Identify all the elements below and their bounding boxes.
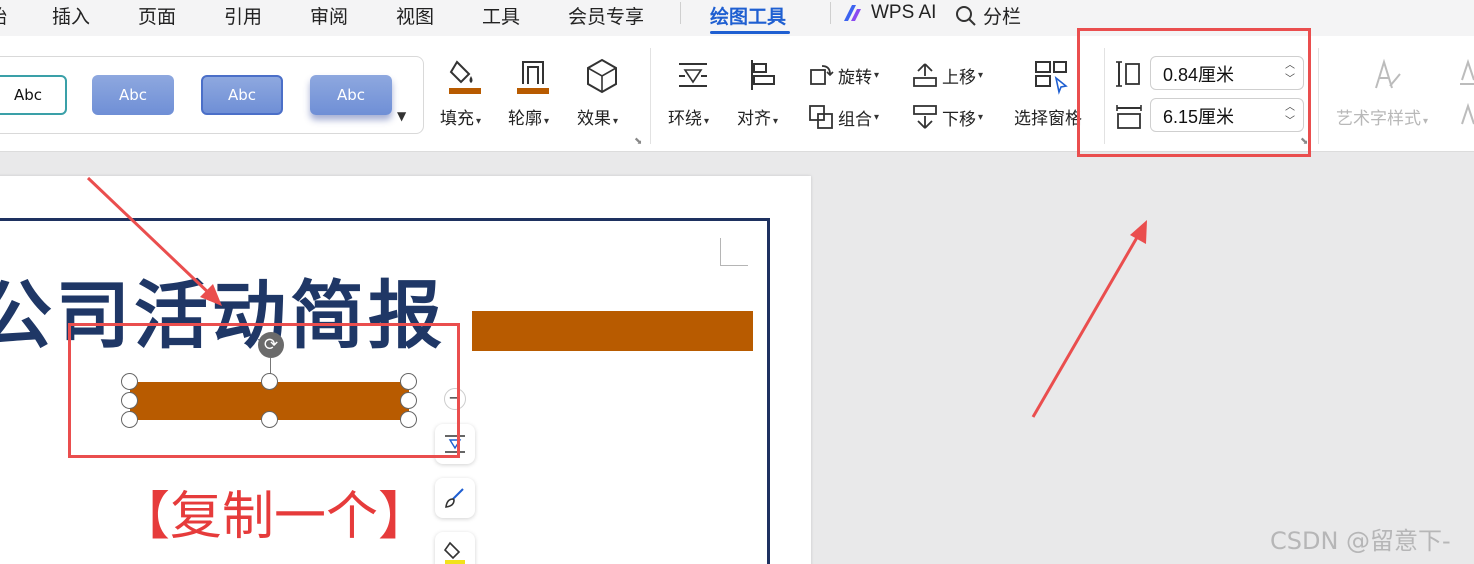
- annotation-arrow-to-shape: [86, 176, 222, 306]
- watermark: CSDN @留意下-: [1270, 527, 1451, 555]
- annotation-arrow-to-size-fields: [1031, 220, 1147, 418]
- annotation-arrows: [86, 176, 1147, 418]
